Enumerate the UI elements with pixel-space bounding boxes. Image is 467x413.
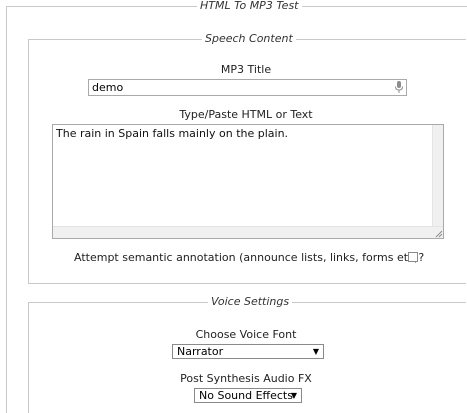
semantic-annotation-label: Attempt semantic annotation (announce li… (74, 251, 425, 264)
html-text-label: Type/Paste HTML or Text (179, 108, 313, 121)
chevron-down-icon: ▼ (312, 347, 319, 356)
semantic-annotation-checkbox[interactable] (408, 252, 418, 262)
textarea-horizontal-scrollbar[interactable] (53, 226, 443, 238)
outer-fieldset-border (302, 6, 467, 7)
html-text-textarea[interactable]: The rain in Spain falls mainly on the pl… (52, 124, 444, 239)
speech-content-border (28, 283, 466, 284)
outer-fieldset-border (6, 6, 7, 413)
speech-content-border (28, 39, 202, 40)
textarea-vertical-scrollbar[interactable] (432, 125, 443, 226)
voice-font-select[interactable]: Narrator ▼ (172, 344, 324, 359)
voice-settings-legend: Voice Settings (208, 295, 293, 308)
audio-fx-selected-value: No Sound Effects (199, 389, 293, 402)
mp3-title-input[interactable] (88, 79, 407, 96)
speech-content-legend: Speech Content (202, 32, 296, 45)
chevron-down-icon: ▼ (290, 391, 297, 400)
voice-settings-border (28, 302, 208, 303)
voice-settings-border (287, 302, 466, 303)
audio-fx-label: Post Synthesis Audio FX (180, 372, 312, 385)
audio-fx-select[interactable]: No Sound Effects ▼ (194, 388, 302, 403)
speech-content-border (293, 39, 466, 40)
form-title: HTML To MP3 Test (197, 0, 302, 12)
microphone-icon[interactable] (394, 80, 404, 94)
voice-settings-border (28, 302, 29, 413)
speech-content-border (28, 39, 29, 283)
voice-font-selected-value: Narrator (177, 345, 224, 358)
resize-grip-icon[interactable] (433, 228, 443, 238)
voice-font-label: Choose Voice Font (195, 328, 297, 341)
mp3-title-label: MP3 Title (220, 63, 272, 76)
outer-fieldset-border (6, 6, 198, 7)
